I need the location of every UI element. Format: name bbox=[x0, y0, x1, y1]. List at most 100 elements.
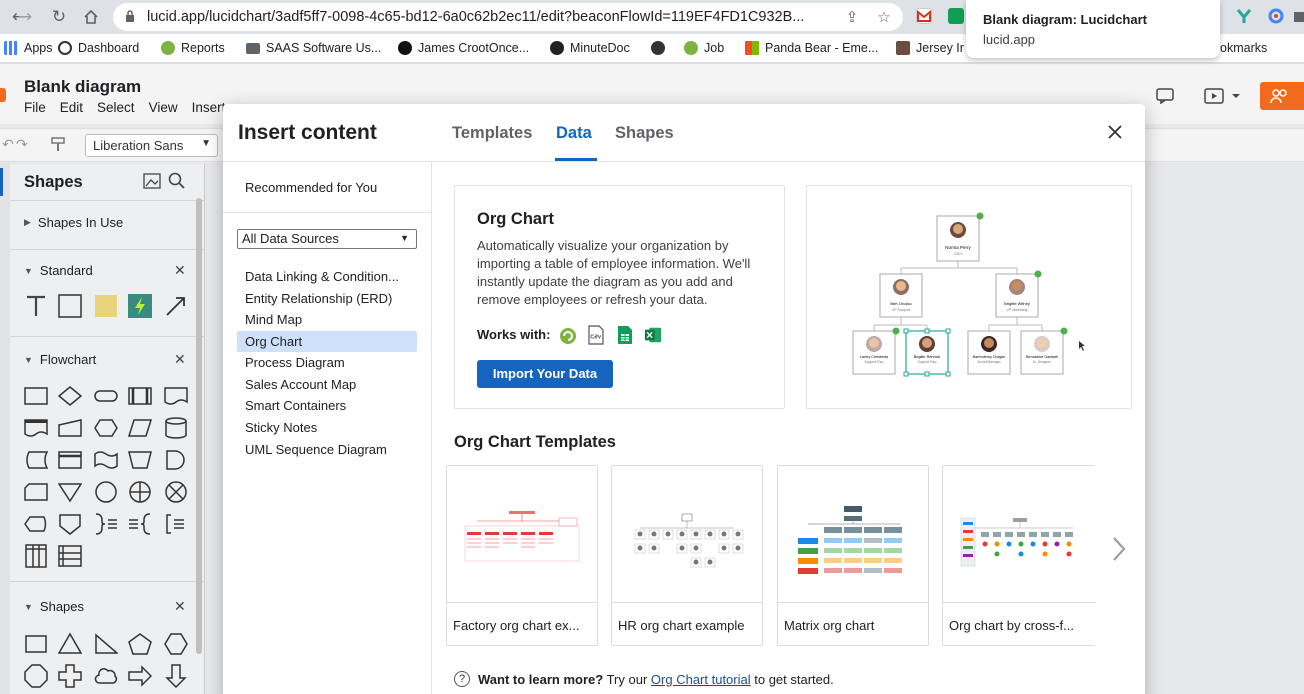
bookmark-saas[interactable]: SAAS Software Us... bbox=[246, 41, 381, 55]
bookmark-minutedoc[interactable]: MinuteDoc bbox=[550, 41, 630, 55]
predefined-process-icon[interactable] bbox=[128, 384, 152, 408]
image-search-icon[interactable] bbox=[143, 173, 161, 194]
cross-shape-icon[interactable] bbox=[58, 664, 82, 688]
template-card[interactable]: Factory org chart ex... bbox=[446, 465, 598, 646]
swimlane-vertical-icon[interactable] bbox=[24, 544, 48, 568]
category-mind-map[interactable]: Mind Map bbox=[237, 309, 417, 330]
merge-shape-icon[interactable] bbox=[58, 480, 82, 504]
gmail-icon[interactable] bbox=[916, 8, 932, 24]
menu-select[interactable]: Select bbox=[97, 100, 135, 115]
home-icon[interactable] bbox=[80, 6, 102, 28]
section-flowchart[interactable]: ▼ Flowchart bbox=[24, 352, 96, 367]
category-org-chart[interactable]: Org Chart bbox=[237, 331, 417, 352]
decision-shape-icon[interactable] bbox=[58, 384, 82, 408]
internal-storage-icon[interactable] bbox=[58, 448, 82, 472]
multi-document-icon[interactable] bbox=[24, 416, 48, 440]
chevron-right-icon[interactable] bbox=[1109, 534, 1129, 564]
bookmark-dashboard[interactable]: Dashboard bbox=[58, 41, 139, 55]
bookmark-job[interactable]: Job bbox=[684, 41, 724, 55]
menu-file[interactable]: File bbox=[24, 100, 46, 115]
category-sticky-notes[interactable]: Sticky Notes bbox=[237, 417, 417, 438]
org-chart-tutorial-link[interactable]: Org Chart tutorial bbox=[651, 672, 751, 687]
bookmark-globe[interactable] bbox=[651, 41, 665, 55]
arrow-line-icon[interactable] bbox=[164, 294, 188, 318]
bookmark-apps[interactable]: Apps bbox=[4, 41, 53, 55]
bookmark-other[interactable]: okmarks bbox=[1220, 41, 1267, 55]
recommended-link[interactable]: Recommended for You bbox=[245, 180, 377, 195]
section-standard[interactable]: ▼ Standard bbox=[24, 263, 93, 278]
text-shape-icon[interactable] bbox=[24, 294, 48, 318]
display-shape-icon[interactable] bbox=[24, 512, 48, 536]
octagon-shape-icon[interactable] bbox=[24, 664, 48, 688]
comment-icon[interactable] bbox=[1156, 88, 1174, 109]
hexagon-shape-icon[interactable] bbox=[164, 632, 188, 656]
rectangle-shape-icon[interactable] bbox=[58, 294, 82, 318]
process-shape-icon[interactable] bbox=[24, 384, 48, 408]
category-data-linking[interactable]: Data Linking & Condition... bbox=[237, 266, 417, 287]
sticky-note-icon[interactable] bbox=[94, 294, 118, 318]
font-family-select[interactable]: Liberation Sans ▼ bbox=[85, 134, 218, 157]
annotation-bracket-icon[interactable] bbox=[164, 512, 188, 536]
close-section-icon[interactable]: ✕ bbox=[174, 598, 186, 615]
extension-icon[interactable] bbox=[948, 8, 964, 24]
bookmark-jersey[interactable]: Jersey Ir bbox=[896, 41, 964, 55]
triangle-shape-icon[interactable] bbox=[58, 632, 82, 656]
right-triangle-icon[interactable] bbox=[94, 632, 118, 656]
delay-shape-icon[interactable] bbox=[164, 448, 188, 472]
tab-shapes[interactable]: Shapes bbox=[615, 124, 674, 143]
close-section-icon[interactable]: ✕ bbox=[174, 351, 186, 368]
category-erd[interactable]: Entity Relationship (ERD) bbox=[237, 288, 417, 309]
bookmark-reports[interactable]: Reports bbox=[161, 41, 225, 55]
puzzle-icon[interactable] bbox=[1292, 8, 1304, 24]
lightning-shape-icon[interactable] bbox=[128, 294, 152, 318]
share-icon[interactable]: ⇪ bbox=[843, 8, 861, 26]
category-process-diagram[interactable]: Process Diagram bbox=[237, 352, 417, 373]
terminator-shape-icon[interactable] bbox=[94, 384, 118, 408]
card-shape-icon[interactable] bbox=[24, 480, 48, 504]
address-bar[interactable]: lucid.app/lucidchart/3adf5ff7-0098-4c65-… bbox=[113, 3, 903, 31]
tape-shape-icon[interactable] bbox=[94, 448, 118, 472]
off-page-icon[interactable] bbox=[58, 512, 82, 536]
or-shape-icon[interactable] bbox=[128, 480, 152, 504]
pentagon-shape-icon[interactable] bbox=[128, 632, 152, 656]
bookmark-james[interactable]: James CrootOnce... bbox=[398, 41, 529, 55]
stored-data-icon[interactable] bbox=[24, 448, 48, 472]
menu-view[interactable]: View bbox=[149, 100, 178, 115]
manual-input-icon[interactable] bbox=[58, 416, 82, 440]
database-shape-icon[interactable] bbox=[164, 416, 188, 440]
forward-icon[interactable]: → bbox=[14, 6, 36, 28]
undo-icon[interactable]: ↶ bbox=[2, 137, 14, 153]
swimlane-horizontal-icon[interactable] bbox=[58, 544, 82, 568]
summing-junction-icon[interactable] bbox=[164, 480, 188, 504]
preparation-shape-icon[interactable] bbox=[94, 416, 118, 440]
close-icon[interactable] bbox=[1105, 122, 1125, 142]
search-icon[interactable] bbox=[168, 172, 186, 195]
share-button[interactable] bbox=[1260, 82, 1304, 110]
manual-operation-icon[interactable] bbox=[128, 448, 152, 472]
tab-data[interactable]: Data bbox=[556, 124, 592, 143]
menu-edit[interactable]: Edit bbox=[60, 100, 83, 115]
shapes-scrollbar[interactable] bbox=[196, 198, 202, 654]
square-shape-icon[interactable] bbox=[24, 632, 48, 656]
extension-icon[interactable] bbox=[1236, 8, 1252, 24]
document-title[interactable]: Blank diagram bbox=[24, 77, 141, 97]
format-painter-icon[interactable] bbox=[50, 136, 68, 159]
extension-icon[interactable] bbox=[1268, 8, 1284, 24]
section-shapes[interactable]: ▼ Shapes bbox=[24, 599, 84, 614]
category-uml-sequence[interactable]: UML Sequence Diagram bbox=[237, 439, 417, 460]
present-icon[interactable] bbox=[1204, 88, 1244, 109]
template-card[interactable]: Matrix org chart bbox=[777, 465, 929, 646]
down-arrow-shape-icon[interactable] bbox=[164, 664, 188, 688]
annotation-right-icon[interactable] bbox=[94, 512, 118, 536]
data-source-select[interactable]: All Data Sources ▼ bbox=[237, 229, 417, 249]
import-data-button[interactable]: Import Your Data bbox=[477, 360, 613, 388]
annotation-left-icon[interactable] bbox=[128, 512, 152, 536]
menu-insert[interactable]: Insert bbox=[192, 100, 226, 115]
reload-icon[interactable]: ↻ bbox=[48, 6, 70, 28]
category-smart-containers[interactable]: Smart Containers bbox=[237, 395, 417, 416]
section-shapes-in-use[interactable]: ▶ Shapes In Use bbox=[24, 215, 123, 230]
close-section-icon[interactable]: ✕ bbox=[174, 262, 186, 279]
cloud-shape-icon[interactable] bbox=[94, 664, 118, 688]
redo-icon[interactable]: ↷ bbox=[16, 137, 28, 153]
template-card[interactable]: HR org chart example bbox=[611, 465, 763, 646]
